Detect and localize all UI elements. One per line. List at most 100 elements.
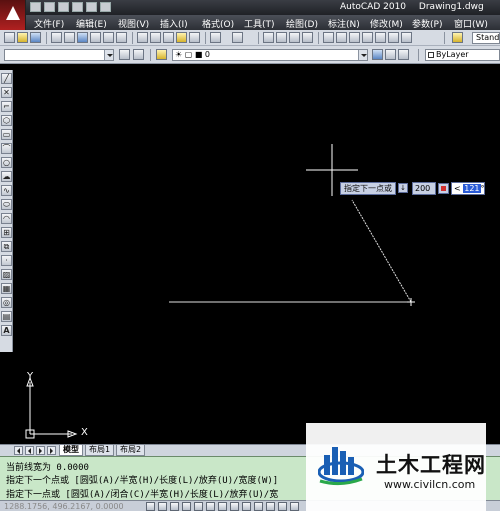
zoom-window-icon[interactable] xyxy=(289,32,300,43)
revision-cloud-icon[interactable]: ☁ xyxy=(1,171,12,182)
open-icon[interactable] xyxy=(17,32,28,43)
circle-icon[interactable]: ○ xyxy=(1,157,12,168)
next-tab-button[interactable] xyxy=(36,446,45,455)
pan-icon[interactable] xyxy=(263,32,274,43)
point-icon[interactable]: · xyxy=(1,255,12,266)
lineweight-icon[interactable] xyxy=(242,502,251,511)
design-center-icon[interactable] xyxy=(336,32,347,43)
paste-icon[interactable] xyxy=(163,32,174,43)
quick-properties-icon[interactable] xyxy=(254,502,263,511)
ellipse-icon[interactable]: ⬭ xyxy=(1,199,12,210)
menu-parametric[interactable]: 参数(P) xyxy=(412,17,442,30)
table-icon[interactable]: ▤ xyxy=(1,311,12,322)
zoom-realtime-icon[interactable] xyxy=(276,32,287,43)
model-space-icon[interactable] xyxy=(266,502,275,511)
menu-insert[interactable]: 插入(I) xyxy=(160,17,188,30)
workspace-settings-icon[interactable] xyxy=(119,49,130,60)
menu-format[interactable]: 格式(O) xyxy=(202,17,234,30)
sheet-set-icon[interactable] xyxy=(116,32,127,43)
pan-status-icon[interactable] xyxy=(290,502,299,511)
3d-dwf-icon[interactable] xyxy=(90,32,101,43)
markup-icon[interactable] xyxy=(375,32,386,43)
match-properties-icon[interactable] xyxy=(176,32,187,43)
menu-tools[interactable]: 工具(T) xyxy=(244,17,275,30)
new-file-icon[interactable] xyxy=(30,2,41,12)
sheet-set-manager-icon[interactable] xyxy=(362,32,373,43)
quickcalc-icon[interactable] xyxy=(388,32,399,43)
dynamic-input-angle[interactable]: < 121° xyxy=(451,181,485,195)
dynamic-input-length[interactable]: 200 xyxy=(412,181,436,195)
tab-model[interactable]: 模型 xyxy=(59,445,83,456)
ortho-mode-icon[interactable] xyxy=(170,502,179,511)
menu-modify[interactable]: 修改(M) xyxy=(370,17,403,30)
construction-line-icon[interactable]: ✕ xyxy=(1,87,12,98)
cut-icon[interactable] xyxy=(137,32,148,43)
menu-dimension[interactable]: 标注(N) xyxy=(328,17,360,30)
copy-icon[interactable] xyxy=(150,32,161,43)
menu-file[interactable]: 文件(F) xyxy=(34,17,64,30)
gradient-icon[interactable]: ▦ xyxy=(1,283,12,294)
make-block-icon[interactable]: ⧉ xyxy=(1,241,12,252)
layer-previous-icon[interactable] xyxy=(385,49,396,60)
layer-states-icon[interactable] xyxy=(398,49,409,60)
grid-display-icon[interactable] xyxy=(158,502,167,511)
polygon-icon[interactable]: ⬡ xyxy=(1,115,12,126)
zoom-previous-icon[interactable] xyxy=(302,32,313,43)
plot-icon[interactable] xyxy=(100,2,111,12)
allow-ucs-icon[interactable] xyxy=(218,502,227,511)
customize-icon[interactable] xyxy=(133,49,144,60)
redo-icon[interactable] xyxy=(86,2,97,12)
multiline-text-icon[interactable]: A xyxy=(1,325,12,336)
prev-tab-button[interactable] xyxy=(25,446,34,455)
print-preview-icon[interactable] xyxy=(64,32,75,43)
tab-layout2[interactable]: 布局2 xyxy=(116,445,146,456)
ellipse-arc-icon[interactable]: ◠ xyxy=(1,213,12,224)
undo-icon[interactable] xyxy=(210,32,221,43)
text-style-icon[interactable] xyxy=(452,32,463,43)
object-snap-tracking-icon[interactable] xyxy=(206,502,215,511)
help-icon[interactable] xyxy=(401,32,412,43)
polyline-icon[interactable]: ⌐ xyxy=(1,101,12,112)
first-tab-button[interactable] xyxy=(14,446,23,455)
rectangle-icon[interactable]: ▭ xyxy=(1,129,12,140)
save-icon[interactable] xyxy=(30,32,41,43)
command-prompt-line[interactable]: 指定下一点或 [圆弧(A)/闭合(C)/半宽(H)/长度(L)/放弃(U)/宽 xyxy=(6,487,278,500)
region-icon[interactable]: ◎ xyxy=(1,297,12,308)
insert-block-icon[interactable]: ⊞ xyxy=(1,227,12,238)
spline-icon[interactable]: ∿ xyxy=(1,185,12,196)
menu-view[interactable]: 视图(V) xyxy=(118,17,149,30)
menu-edit[interactable]: 编辑(E) xyxy=(76,17,107,30)
open-file-icon[interactable] xyxy=(44,2,55,12)
application-menu-button[interactable] xyxy=(0,0,26,30)
menu-window[interactable]: 窗口(W) xyxy=(454,17,488,30)
workspace-dropdown[interactable] xyxy=(4,49,114,61)
new-icon[interactable] xyxy=(4,32,15,43)
snap-mode-icon[interactable] xyxy=(146,502,155,511)
etransmit-icon[interactable] xyxy=(103,32,114,43)
block-editor-icon[interactable] xyxy=(189,32,200,43)
line-icon[interactable]: ╱ xyxy=(1,73,12,84)
redo-icon[interactable] xyxy=(232,32,243,43)
last-tab-button[interactable] xyxy=(47,446,56,455)
dynamic-input-options-icon[interactable]: ↓ xyxy=(398,183,408,193)
undo-icon[interactable] xyxy=(72,2,83,12)
object-snap-icon[interactable] xyxy=(194,502,203,511)
tool-palettes-icon[interactable] xyxy=(349,32,360,43)
layout-icon[interactable] xyxy=(278,502,287,511)
tab-layout1[interactable]: 布局1 xyxy=(85,445,115,456)
layer-dropdown[interactable]: ☀ ▢ ■ 0 xyxy=(172,49,368,61)
dynamic-input-icon[interactable] xyxy=(230,502,239,511)
drawing-canvas[interactable]: Y X xyxy=(14,64,500,444)
save-icon[interactable] xyxy=(58,2,69,12)
hatch-icon[interactable]: ▨ xyxy=(1,269,12,280)
polar-tracking-icon[interactable] xyxy=(182,502,191,511)
properties-icon[interactable] xyxy=(323,32,334,43)
publish-icon[interactable] xyxy=(77,32,88,43)
arc-icon[interactable]: ⌒ xyxy=(1,143,12,154)
print-icon[interactable] xyxy=(51,32,62,43)
text-style-dropdown[interactable]: Standa xyxy=(472,32,500,44)
menu-draw[interactable]: 绘图(D) xyxy=(286,17,318,30)
color-dropdown[interactable]: ByLayer xyxy=(425,49,500,61)
layer-properties-icon[interactable] xyxy=(156,49,167,60)
make-layer-current-icon[interactable] xyxy=(372,49,383,60)
